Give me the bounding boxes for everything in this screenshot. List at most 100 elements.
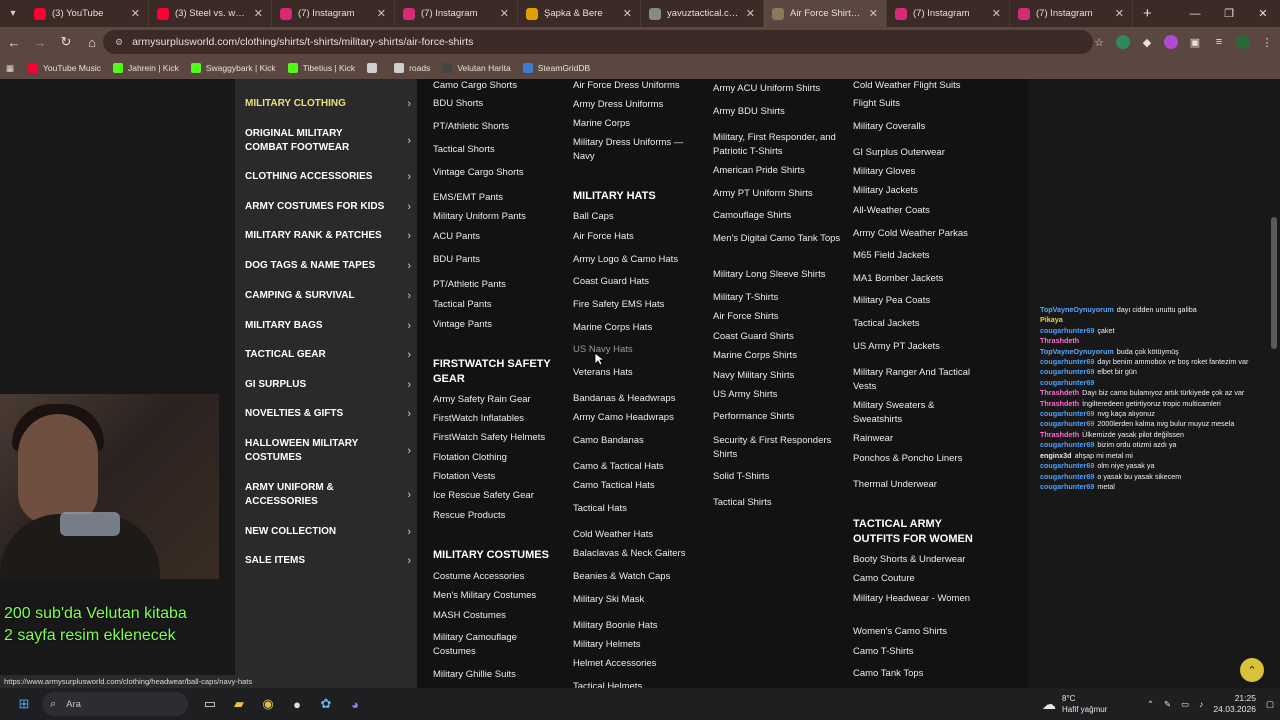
sidebar-category-item[interactable]: NEW COLLECTION › <box>245 525 411 539</box>
extension-icon[interactable] <box>1116 35 1130 49</box>
bookmark-item[interactable]: Swaggybark | Kick <box>190 63 276 73</box>
tab-close-icon[interactable]: ✕ <box>254 7 263 20</box>
tab-close-icon[interactable]: ✕ <box>869 7 878 20</box>
obs-icon[interactable]: ● <box>285 692 309 716</box>
menu-link[interactable]: Army Logo & Camo Hats <box>573 253 701 267</box>
menu-link[interactable]: Army Camo Headwraps <box>573 411 701 425</box>
menu-link[interactable]: US Army Shirts <box>713 388 841 402</box>
menu-link[interactable]: FirstWatch Inflatables <box>433 412 561 426</box>
menu-link[interactable]: Camo & Tactical Hats <box>573 460 701 474</box>
bookmark-star-icon[interactable]: ☆ <box>1092 35 1106 49</box>
menu-link[interactable]: Rescue Products <box>433 509 561 523</box>
menu-link[interactable]: Tactical Hats <box>573 502 701 516</box>
tray-chevron-icon[interactable]: ⌃ <box>1147 699 1154 710</box>
notification-icon[interactable]: ▢ <box>1266 699 1274 710</box>
volume-icon[interactable]: ♪ <box>1199 699 1203 709</box>
menu-link[interactable]: BDU Shorts <box>433 97 561 111</box>
tab-search-button[interactable]: ▾ <box>0 0 26 27</box>
menu-link[interactable]: FirstWatch Safety Helmets <box>433 431 561 445</box>
taskbar-search[interactable]: ⌕ Ara <box>42 692 188 716</box>
menu-link[interactable]: ACU Pants <box>433 230 561 244</box>
sidebar-category-item[interactable]: MILITARY CLOTHING › <box>245 97 411 111</box>
browser-tab[interactable]: (7) Instagram ✕ <box>272 0 395 27</box>
menu-link[interactable]: Navy Military Shirts <box>713 369 841 383</box>
menu-link[interactable]: Vintage Cargo Shorts <box>433 166 561 180</box>
minimize-button[interactable]: — <box>1178 0 1212 27</box>
app-icon[interactable]: ✿ <box>314 692 338 716</box>
menu-link[interactable]: Camo Tactical Hats <box>573 479 701 493</box>
scrollbar-thumb[interactable] <box>1271 217 1277 349</box>
menu-link[interactable]: Costume Accessories <box>433 570 561 584</box>
menu-link[interactable]: Marine Corps Hats <box>573 321 701 335</box>
sidebar-category-item[interactable]: HALLOWEEN MILITARY COSTUMES › <box>245 437 411 465</box>
bookmark-item[interactable] <box>367 63 382 73</box>
tab-close-icon[interactable]: ✕ <box>500 7 509 20</box>
menu-link[interactable]: Marine Corps Shirts <box>713 349 841 363</box>
sidebar-category-item[interactable]: CLOTHING ACCESSORIES › <box>245 170 411 184</box>
menu-link[interactable]: Tactical Pants <box>433 298 561 312</box>
menu-link[interactable]: Ponchos & Poncho Liners <box>853 452 981 466</box>
discord-icon[interactable]: ◕ <box>343 692 367 716</box>
new-tab-button[interactable]: + <box>1133 5 1162 22</box>
menu-link[interactable]: Men's Digital Camo Tank Tops <box>713 232 841 246</box>
menu-link[interactable]: M65 Field Jackets <box>853 249 981 263</box>
maximize-button[interactable]: ❐ <box>1212 0 1246 27</box>
menu-link[interactable]: Military Sweaters & Sweatshirts <box>853 399 981 427</box>
menu-link[interactable]: PT/Athletic Pants <box>433 278 561 292</box>
menu-link[interactable]: Camo Couture <box>853 572 981 586</box>
menu-link[interactable]: Ball Caps <box>573 210 701 224</box>
menu-link[interactable]: Beanies & Watch Caps <box>573 570 701 584</box>
browser-tab[interactable]: (7) Instagram ✕ <box>887 0 1010 27</box>
menu-link[interactable]: Military Uniform Pants <box>433 210 561 224</box>
extension-icon[interactable] <box>1164 35 1178 49</box>
tab-close-icon[interactable]: ✕ <box>746 7 755 20</box>
bookmark-item[interactable]: Velutan Harita <box>442 63 511 73</box>
sidebar-category-item[interactable]: TACTICAL GEAR › <box>245 348 411 362</box>
menu-link[interactable]: Military Dress Uniforms — Navy <box>573 136 701 164</box>
menu-link[interactable]: Security & First Responders Shirts <box>713 434 841 462</box>
sidebar-category-item[interactable]: MILITARY BAGS › <box>245 319 411 333</box>
menu-link[interactable]: Women's Camo Shirts <box>853 625 981 639</box>
menu-link[interactable]: Tactical Jackets <box>853 317 981 331</box>
menu-link[interactable]: Helmet Accessories <box>573 657 701 671</box>
menu-link[interactable]: Military Ski Mask <box>573 593 701 607</box>
menu-link[interactable]: Fire Safety EMS Hats <box>573 298 701 312</box>
windows-start-icon[interactable]: ⊞ <box>12 692 36 716</box>
menu-link[interactable]: Flotation Vests <box>433 470 561 484</box>
menu-link[interactable]: MASH Costumes <box>433 609 561 623</box>
sidebar-category-item[interactable]: ARMY UNIFORM & ACCESSORIES › <box>245 481 411 509</box>
menu-link[interactable]: Flotation Clothing <box>433 451 561 465</box>
menu-link[interactable]: Camo Tank Tops <box>853 667 981 681</box>
menu-link[interactable]: Balaclavas & Neck Gaiters <box>573 547 701 561</box>
pen-icon[interactable]: ✎ <box>1164 699 1171 710</box>
address-bar[interactable]: ⚙ armysurplusworld.com/clothing/shirts/t… <box>103 30 1093 54</box>
menu-link[interactable]: BDU Pants <box>433 253 561 267</box>
menu-link[interactable]: Military T-Shirts <box>713 291 841 305</box>
browser-tab[interactable]: (3) Steel vs. wood - Y ✕ <box>149 0 272 27</box>
extension-icon[interactable]: ◆ <box>1140 35 1154 49</box>
menu-link[interactable]: Military Gloves <box>853 165 981 179</box>
menu-link[interactable]: Tactical Shirts <box>713 496 841 510</box>
menu-link[interactable]: Men's Military Costumes <box>433 589 561 603</box>
menu-link[interactable]: Military Coveralls <box>853 120 981 134</box>
home-button[interactable]: ⌂ <box>80 27 104 57</box>
menu-link[interactable]: Military Jackets <box>853 184 981 198</box>
menu-link[interactable]: Camo Bandanas <box>573 434 701 448</box>
menu-link[interactable]: Vintage Pants <box>433 318 561 332</box>
weather-widget[interactable]: ☁ 8°C Hafif yağmur <box>1042 688 1107 720</box>
menu-link[interactable]: Army BDU Shirts <box>713 105 841 119</box>
close-window-button[interactable]: ✕ <box>1246 0 1280 27</box>
media-control-icon[interactable]: ≡ <box>1212 35 1226 49</box>
bookmark-item[interactable]: YouTube Music <box>28 63 101 73</box>
menu-link[interactable]: GI Surplus Outerwear <box>853 146 981 160</box>
bookmark-item[interactable]: Jahrein | Kick <box>113 63 179 73</box>
menu-link[interactable]: Military Pea Coats <box>853 294 981 308</box>
extensions-puzzle-icon[interactable]: ▣ <box>1188 35 1202 49</box>
network-icon[interactable]: ▭ <box>1181 699 1189 710</box>
menu-link[interactable]: American Pride Shirts <box>713 164 841 178</box>
menu-link[interactable]: Military Boonie Hats <box>573 619 701 633</box>
sidebar-category-item[interactable]: DOG TAGS & NAME TAPES › <box>245 259 411 273</box>
menu-link[interactable]: Army Dress Uniforms <box>573 98 701 112</box>
tab-close-icon[interactable]: ✕ <box>1115 7 1124 20</box>
menu-link[interactable]: Coast Guard Shirts <box>713 330 841 344</box>
